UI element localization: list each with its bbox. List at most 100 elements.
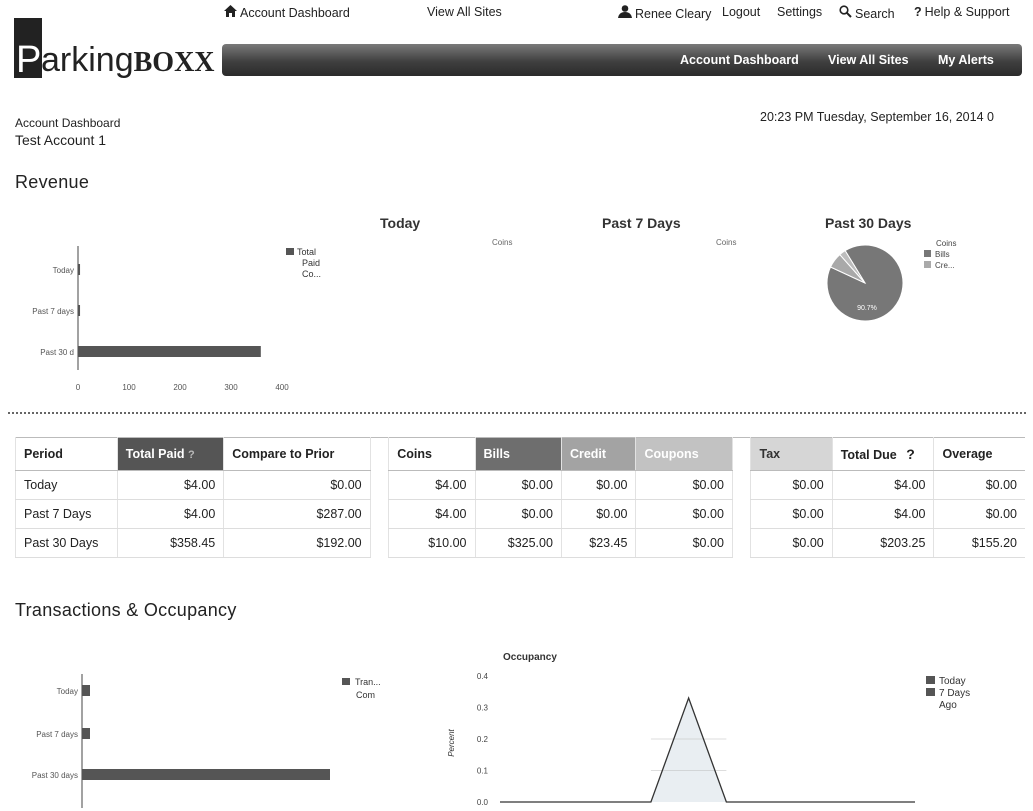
th-tax[interactable]: Tax: [750, 437, 833, 471]
search-label: Search: [855, 7, 895, 21]
cell-tax: $0.00: [750, 499, 833, 529]
legend-tran-label: Tran...: [355, 677, 381, 687]
th-bills[interactable]: Bills: [474, 437, 562, 471]
help-link[interactable]: ? Help & Support: [914, 5, 1009, 19]
help-icon[interactable]: ?: [906, 446, 915, 462]
table-header-row: Period Total Paid ? Compare to Prior Coi…: [15, 437, 1025, 471]
th-compare-prior[interactable]: Compare to Prior: [223, 437, 371, 471]
bar[interactable]: [82, 769, 330, 780]
pie-legend-coins: Coins: [936, 239, 957, 248]
bar[interactable]: [82, 728, 90, 739]
cell-coupons: $0.00: [635, 499, 733, 529]
logo-arking: arking: [41, 41, 134, 79]
col-today-heading: Today: [380, 215, 421, 231]
cell-overage: $0.00: [933, 470, 1025, 500]
cell-total-paid: $4.00: [116, 470, 224, 500]
th-period[interactable]: Period: [15, 437, 118, 471]
user-name: Renee Cleary: [635, 7, 712, 21]
search-link[interactable]: Search: [839, 5, 895, 21]
logo-p: P: [16, 39, 42, 81]
top-link-view-all-sites[interactable]: View All Sites: [427, 5, 502, 19]
cell-overage: $0.00: [933, 499, 1025, 529]
legend-swatch: [286, 248, 294, 255]
help-icon[interactable]: ?: [188, 449, 195, 461]
x-tick-label: 300: [224, 383, 238, 392]
help-label: Help & Support: [924, 5, 1010, 19]
th-total-due-label: Total Due: [840, 448, 897, 462]
question-icon: ?: [914, 5, 922, 19]
occupancy-line-chart: Percent 0.4 0.3 0.2 0.1 0.0: [447, 672, 915, 807]
x-tick-label: 200: [173, 383, 187, 392]
x-tick-label: 400: [275, 383, 289, 392]
y-tick-label: 0.1: [477, 767, 489, 776]
legend-swatch: [342, 678, 350, 685]
cell-compare-prior: $192.00: [223, 528, 371, 558]
current-datetime: 20:23 PM Tuesday, September 16, 2014 0: [760, 110, 994, 124]
th-credit[interactable]: Credit: [560, 437, 636, 471]
th-total-paid-label: Total Paid: [125, 447, 185, 461]
th-total-paid[interactable]: Total Paid ?: [116, 437, 224, 471]
occupancy-chart-title: Occupancy: [503, 652, 557, 663]
cell-bills: $325.00: [474, 528, 562, 558]
cell-period: Today: [15, 470, 118, 500]
cell-coins: $4.00: [388, 499, 475, 529]
user-icon: [618, 5, 632, 21]
table-row: Past 7 Days $4.00 $287.00 $4.00 $0.00 $0.00 $0…: [15, 499, 1025, 529]
cell-total-paid: $4.00: [116, 499, 224, 529]
revenue-title: Revenue: [15, 172, 90, 192]
cell-gap: [731, 470, 751, 500]
cell-gap: [731, 499, 751, 529]
nav-my-alerts[interactable]: My Alerts: [938, 53, 994, 67]
bar[interactable]: [78, 264, 81, 275]
bar[interactable]: [78, 305, 81, 316]
y-tick-label: 0.0: [477, 798, 489, 807]
transactions-bar-chart: Today Past 7 days Past 30 days: [32, 674, 330, 808]
th-coupons[interactable]: Coupons: [635, 437, 733, 471]
legend-7days: 7 Days: [926, 688, 970, 700]
cell-period: Past 7 Days: [15, 499, 118, 529]
cell-credit: $0.00: [560, 499, 636, 529]
y-tick-label: Past 30 d: [40, 348, 74, 357]
table-row: Past 30 Days $358.45 $192.00 $10.00 $325.00 $…: [15, 528, 1025, 558]
th-coins[interactable]: Coins: [388, 437, 475, 471]
user-menu[interactable]: Renee Cleary: [618, 5, 711, 21]
col-30days-heading: Past 30 Days: [825, 215, 912, 231]
account-name: Test Account 1: [15, 132, 107, 148]
th-total-due[interactable]: Total Due ?: [831, 437, 934, 471]
logout-link[interactable]: Logout: [722, 5, 760, 19]
legend-swatch: [926, 676, 935, 684]
cell-gap: [369, 528, 389, 558]
th-gap: [369, 437, 389, 471]
cell-gap: [369, 499, 389, 529]
revenue-pie-chart: 90.7%: [826, 244, 904, 322]
th-gap: [731, 437, 751, 471]
transactions-title: Transactions & Occupancy: [15, 600, 237, 620]
th-overage[interactable]: Overage: [933, 437, 1025, 471]
cell-overage: $155.20: [933, 528, 1025, 558]
pie-legend: Coins Bills Cre...: [924, 238, 956, 271]
cell-credit: $0.00: [560, 470, 636, 500]
top-link-account-dashboard[interactable]: Account Dashboard: [224, 5, 350, 20]
bar[interactable]: [78, 346, 261, 357]
legend-swatch: [926, 688, 935, 696]
transactions-legend: Tran... Com: [342, 676, 381, 702]
pie-legend-bills-row: Bills: [924, 249, 956, 260]
y-tick-label: Past 7 days: [36, 730, 78, 739]
y-tick-label: 0.3: [477, 704, 489, 713]
parkingboxx-logo[interactable]: P arkingBOXX: [12, 18, 215, 81]
nav-account-dashboard[interactable]: Account Dashboard: [680, 53, 799, 67]
cell-coupons: $0.00: [635, 528, 733, 558]
occupancy-y-label: Percent: [447, 728, 456, 756]
cell-tax: $0.00: [750, 528, 833, 558]
legend-transactions: Tran...: [342, 676, 381, 689]
cell-credit: $23.45: [560, 528, 636, 558]
nav-view-all-sites[interactable]: View All Sites: [828, 53, 909, 67]
revenue-table: Period Total Paid ? Compare to Prior Coi…: [15, 437, 1025, 558]
cell-bills: $0.00: [474, 470, 562, 500]
bar[interactable]: [82, 685, 90, 696]
legend-label-3: Co...: [302, 269, 322, 279]
search-icon: [839, 5, 852, 21]
cell-total-due: $4.00: [831, 470, 934, 500]
cell-gap: [369, 470, 389, 500]
settings-link[interactable]: Settings: [777, 5, 822, 19]
